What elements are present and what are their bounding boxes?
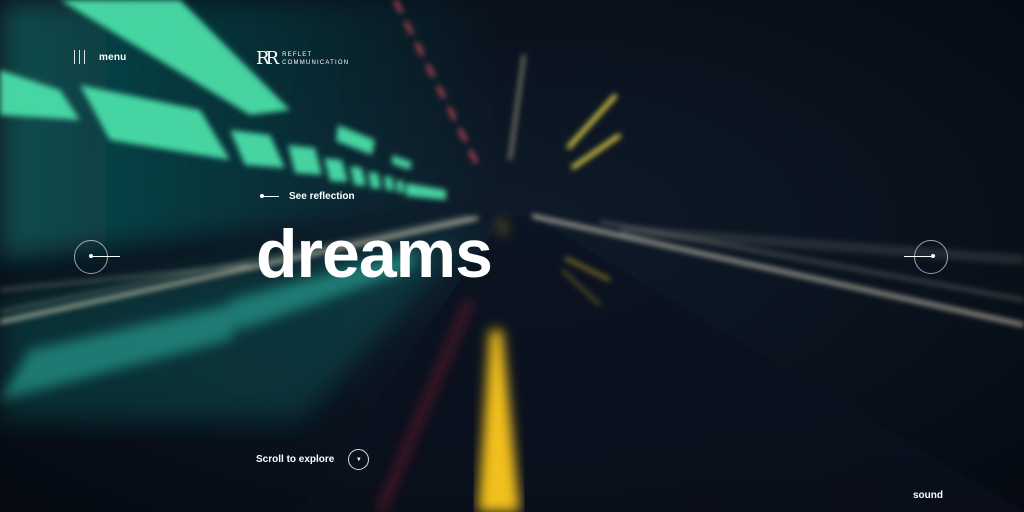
scroll-label: Scroll to explore xyxy=(256,454,335,465)
menu-button[interactable]: menu xyxy=(74,48,126,66)
logo-mark: RR xyxy=(256,48,279,69)
previous-slide-button[interactable] xyxy=(74,240,120,274)
scroll-down-icon: ▼ xyxy=(348,449,370,470)
hero-headline: dreams xyxy=(256,216,493,292)
brand-logo[interactable]: RR REFLET COMMUNICATION xyxy=(256,50,349,68)
logo-wordmark: REFLET COMMUNICATION xyxy=(282,51,349,67)
next-slide-button[interactable] xyxy=(904,240,948,274)
arrow-left-icon xyxy=(260,194,279,198)
see-reflection-label: See reflection xyxy=(289,191,355,202)
logo-line-1: REFLET xyxy=(282,52,313,58)
logo-line-2: COMMUNICATION xyxy=(282,60,350,66)
page-overlay: menu RR REFLET COMMUNICATION See reflect… xyxy=(0,0,1024,512)
sound-toggle[interactable]: sound xyxy=(913,490,943,501)
menu-bars-icon xyxy=(74,50,85,64)
scroll-to-explore[interactable]: Scroll to explore ▼ xyxy=(256,449,370,470)
arrow-right-icon xyxy=(904,254,935,258)
see-reflection-link[interactable]: See reflection xyxy=(260,191,355,202)
arrow-left-icon xyxy=(89,254,120,258)
menu-label: menu xyxy=(99,51,127,63)
